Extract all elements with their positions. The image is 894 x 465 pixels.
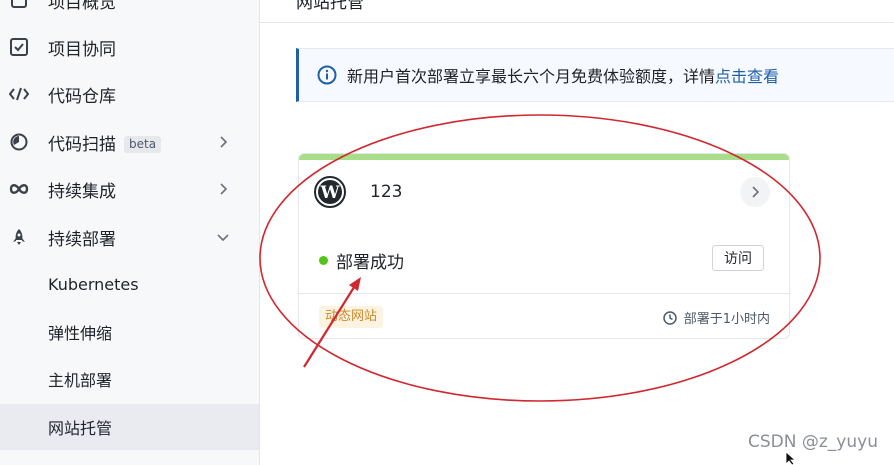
infinity-icon (9, 179, 29, 199)
code-icon (9, 84, 29, 104)
deploy-status: 部署成功 (319, 248, 404, 273)
sidebar-item-code-scan[interactable]: 代码扫描 beta (0, 119, 259, 165)
page-title: 网站托管 (296, 0, 364, 13)
sidebar-item-cd[interactable]: 持续部署 (0, 214, 259, 260)
sidebar-item-label: 网站托管 (48, 419, 113, 438)
status-text: 部署成功 (336, 253, 404, 273)
wordpress-icon: W (314, 176, 346, 208)
sidebar-item-label: 项目协同 (48, 39, 116, 60)
sidebar-subitem-kubernetes[interactable]: Kubernetes (0, 261, 259, 307)
status-dot (319, 256, 328, 265)
svg-text:W: W (319, 183, 340, 203)
watermark: CSDN @z_yuyu (748, 432, 878, 452)
beta-badge: beta (124, 136, 162, 153)
deploy-time: 部署于1小时内 (662, 308, 770, 327)
card-status-bar (299, 154, 789, 160)
sidebar-item-collaboration[interactable]: 项目协同 (0, 24, 259, 70)
sidebar: 项目概览 项目协同 代码仓库 代码扫描 beta 持续集成 持续部署 Kubern (0, 0, 260, 465)
banner-text: 新用户首次部署立享最长六个月免费体验额度，详情 (347, 67, 716, 86)
sidebar-subitem-autoscaling[interactable]: 弹性伸缩 (0, 309, 259, 355)
sidebar-item-label: 代码扫描 beta (48, 130, 162, 155)
visit-button[interactable]: 访问 (712, 245, 764, 271)
sidebar-item-label: 代码仓库 (48, 86, 116, 107)
sidebar-item-repo[interactable]: 代码仓库 (0, 71, 259, 117)
site-name: 123 (370, 182, 403, 202)
sidebar-item-overview[interactable]: 项目概览 (0, 0, 259, 23)
info-icon (317, 65, 337, 85)
card-open-button[interactable] (740, 177, 770, 207)
sidebar-item-label: 项目概览 (48, 0, 116, 13)
mouse-cursor-icon (785, 452, 797, 465)
header-divider (260, 22, 894, 23)
chevron-right-icon (752, 186, 760, 198)
clock-icon (662, 310, 677, 325)
site-card[interactable]: W 123 部署成功 访问 动态网站 部署于1小时内 (298, 153, 790, 339)
sidebar-subitem-host-deploy[interactable]: 主机部署 (0, 356, 259, 402)
deploy-time-text: 部署于1小时内 (683, 312, 770, 327)
details-link[interactable]: 点击查看 (715, 63, 779, 87)
info-banner: 新用户首次部署立享最长六个月免费体验额度，详情 点击查看 (296, 48, 894, 102)
rocket-icon (9, 227, 29, 247)
sidebar-item-label: 持续部署 (48, 229, 116, 250)
site-type-tag: 动态网站 (319, 306, 384, 328)
sidebar-item-label: 弹性伸缩 (48, 324, 113, 343)
sidebar-item-label: Kubernetes (48, 274, 139, 294)
overview-icon (9, 0, 29, 10)
sidebar-item-ci[interactable]: 持续集成 (0, 166, 259, 212)
chevron-right-icon (220, 183, 228, 195)
card-footer: 动态网站 部署于1小时内 (299, 293, 789, 338)
scan-icon (9, 132, 29, 152)
sidebar-item-label: 主机部署 (48, 371, 113, 390)
sidebar-item-label: 持续集成 (48, 181, 116, 202)
chevron-right-icon (220, 136, 228, 148)
sidebar-subitem-web-hosting[interactable]: 网站托管 (0, 404, 259, 450)
checkbox-icon (9, 37, 29, 57)
chevron-down-icon (217, 234, 229, 242)
